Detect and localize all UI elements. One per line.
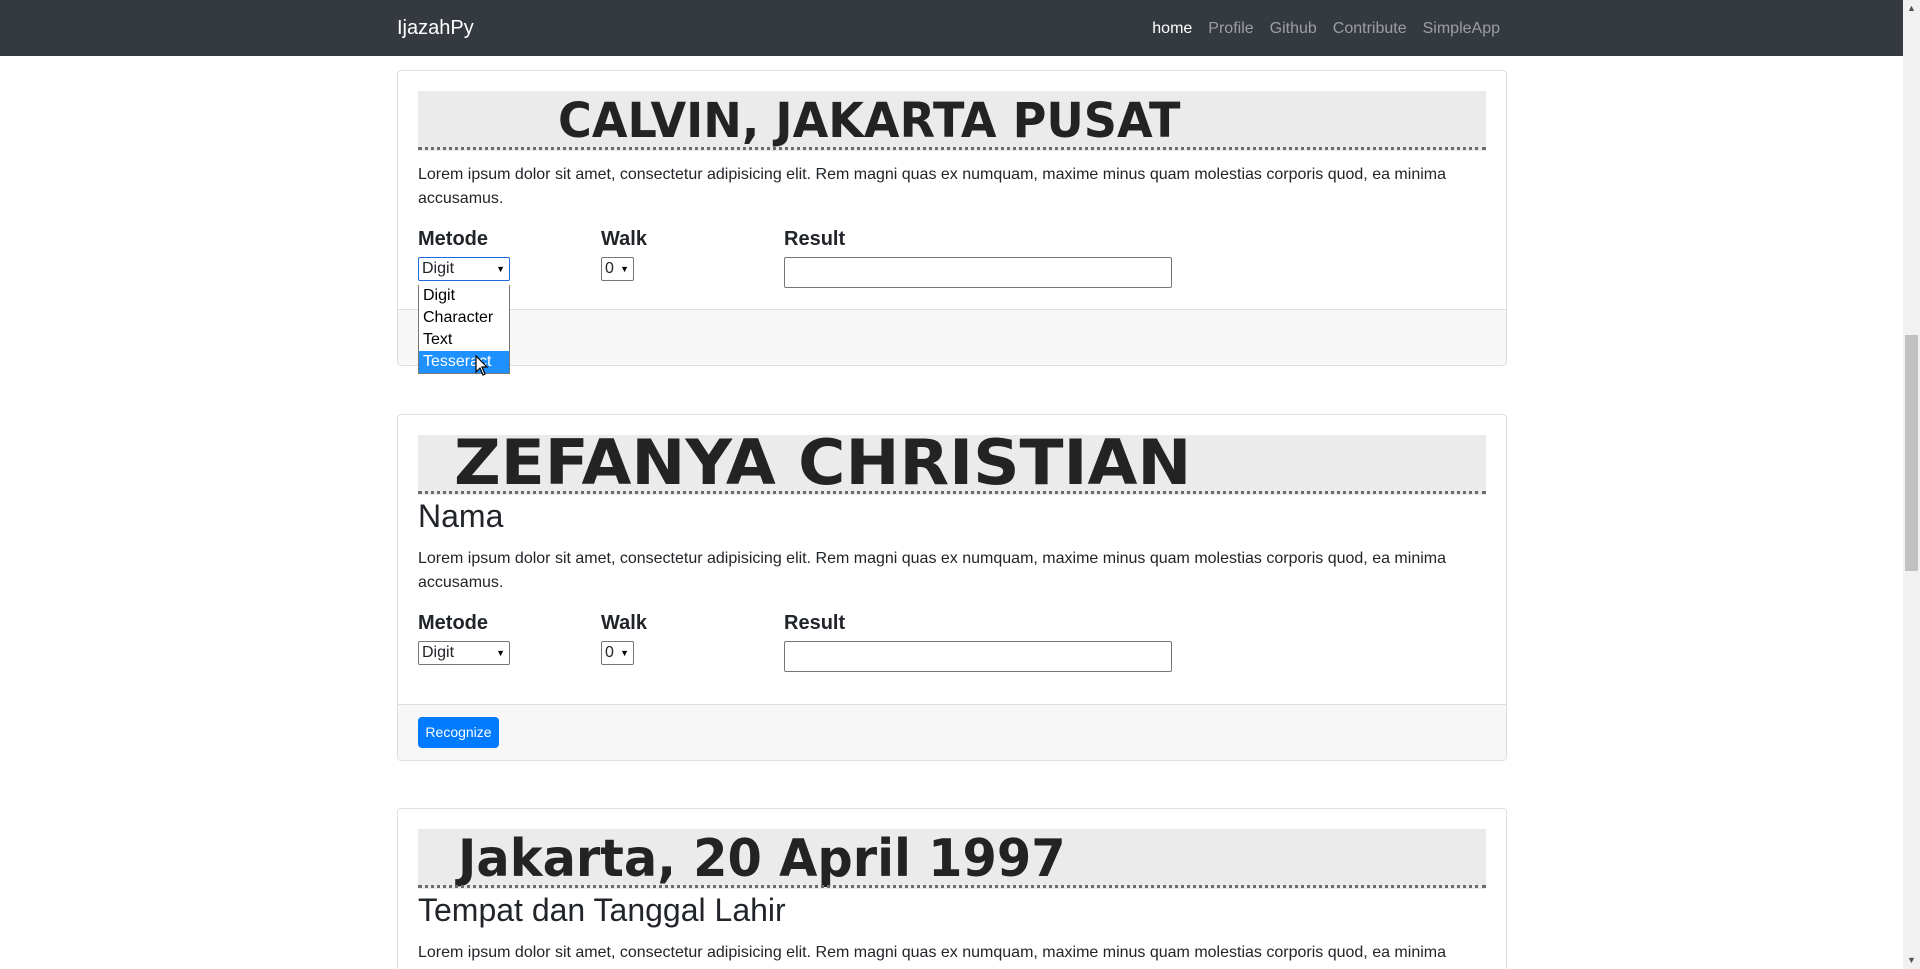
result-input[interactable] [784,641,1172,672]
walk-select-value: 0 [605,644,614,661]
walk-group: Walk [601,227,647,251]
option-digit[interactable]: Digit [419,285,509,307]
walk-label: Walk [601,612,647,634]
form-row: Metode Digit ▼ Walk 0 ▼ Result [418,227,1486,288]
walk-group: Walk [601,611,647,635]
scroll-up-arrow-icon[interactable]: ▲ [1903,0,1920,17]
result-group: Result [784,611,845,635]
page-scrollbar[interactable]: ▲ ▼ [1903,0,1920,969]
card-description: Lorem ipsum dolor sit amet, consectetur … [418,166,1446,207]
scan-image-3: Jakarta, 20 April 1997 [418,829,1486,889]
nav-link-simpleapp[interactable]: SimpleApp [1423,19,1500,39]
walk-select-value: 0 [605,260,614,277]
card-footer [398,309,1506,365]
result-group: Result [784,227,845,251]
scroll-down-arrow-icon[interactable]: ▼ [1903,952,1920,969]
form-row: Metode Digit ▼ Walk 0 ▼ Result [418,611,1486,672]
nav-link-home[interactable]: home [1152,19,1192,39]
walk-label: Walk [601,228,647,250]
chevron-down-icon: ▼ [496,264,505,274]
ocr-card-2: ZEFANYA CHRISTIAN Nama Lorem ipsum dolor… [397,414,1507,761]
nav-link-github[interactable]: Github [1270,19,1317,39]
metode-select[interactable]: Digit ▼ [418,641,510,665]
metode-group: Metode [418,611,488,635]
metode-select[interactable]: Digit ▼ [418,257,510,281]
walk-select[interactable]: 0 ▼ [601,257,634,281]
option-text[interactable]: Text [419,329,509,351]
chevron-down-icon: ▼ [496,648,505,658]
option-character[interactable]: Character [419,307,509,329]
card-title: Nama [418,498,504,534]
scrollbar-thumb[interactable] [1905,335,1918,571]
result-input[interactable] [784,257,1172,288]
scan-image-2: ZEFANYA CHRISTIAN [418,435,1486,495]
result-label: Result [784,612,846,634]
nav-link-contribute[interactable]: Contribute [1333,19,1407,39]
metode-label: Metode [418,612,488,634]
scan-image-text: CALVIN, JAKARTA PUSAT [558,93,1181,149]
ocr-card-1: CALVIN, JAKARTA PUSAT Lorem ipsum dolor … [397,70,1507,366]
ocr-card-3: Jakarta, 20 April 1997 Tempat dan Tangga… [397,808,1507,969]
metode-label: Metode [418,228,488,250]
recognize-button[interactable]: Recognize [418,717,499,748]
card-title: Tempat dan Tanggal Lahir [418,892,786,928]
card-description: Lorem ipsum dolor sit amet, consectetur … [418,550,1446,591]
metode-select-value: Digit [422,260,455,277]
card-footer: Recognize [398,704,1506,760]
walk-select[interactable]: 0 ▼ [601,641,634,665]
chevron-down-icon: ▼ [620,648,629,658]
nav-link-profile[interactable]: Profile [1208,19,1253,39]
brand-logo[interactable]: IjazahPy [397,16,474,40]
nav-links: home Profile Github Contribute SimpleApp [1152,19,1500,39]
result-label: Result [784,228,846,250]
option-tesseract[interactable]: Tesseract [419,351,509,373]
scan-image-1: CALVIN, JAKARTA PUSAT [418,91,1486,151]
scan-image-text: ZEFANYA CHRISTIAN [454,435,1192,495]
metode-dropdown-list: Digit Character Text Tesseract [418,285,510,374]
chevron-down-icon: ▼ [620,264,629,274]
metode-select-value: Digit [422,644,455,661]
scan-image-text: Jakarta, 20 April 1997 [458,829,1066,889]
card-description: Lorem ipsum dolor sit amet, consectetur … [418,944,1446,969]
metode-group: Metode [418,227,488,251]
navbar: IjazahPy home Profile Github Contribute … [0,0,1903,56]
mouse-cursor-icon [475,355,489,376]
